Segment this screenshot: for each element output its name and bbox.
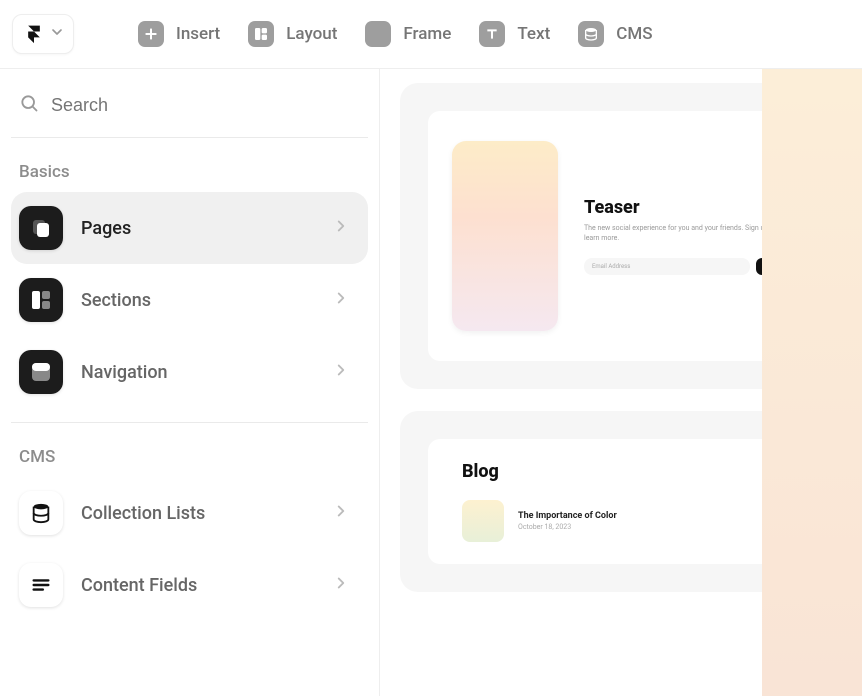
teaser-preview: Teaser The new social experience for you… (428, 111, 814, 361)
section-title-cms: CMS (11, 423, 368, 477)
teaser-form: Email Address Sign Up (584, 258, 790, 275)
chevron-right-icon (332, 217, 350, 239)
teaser-title: Teaser (584, 197, 790, 218)
cms-icon (578, 21, 604, 47)
toolbar-layout[interactable]: Layout (248, 21, 337, 47)
chevron-down-icon (49, 24, 65, 44)
sidebar-item-label: Sections (81, 290, 314, 311)
sections-icon (19, 278, 63, 322)
blog-post-thumbnail (462, 500, 504, 542)
chevron-right-icon (332, 289, 350, 311)
sidebar-item-label: Content Fields (81, 575, 314, 596)
toolbar-label: Frame (403, 24, 451, 44)
teaser-description: The new social experience for you and yo… (584, 224, 790, 244)
search-row (11, 87, 368, 138)
canvas-background-strip (762, 69, 862, 696)
main-area: Basics Pages Sections Navigation (0, 69, 862, 696)
search-input[interactable] (51, 95, 360, 116)
sidebar-item-pages[interactable]: Pages (11, 192, 368, 264)
frame-icon (365, 21, 391, 47)
sidebar-item-sections[interactable]: Sections (11, 264, 368, 336)
app-logo-menu[interactable] (12, 14, 74, 54)
layout-icon (248, 21, 274, 47)
blog-post-date: October 18, 2023 (518, 523, 617, 531)
toolbar-frame[interactable]: Frame (365, 21, 451, 47)
blog-post-row: The Importance of Color October 18, 2023 (462, 500, 780, 542)
insert-sidebar: Basics Pages Sections Navigation (0, 69, 380, 696)
text-icon (479, 21, 505, 47)
chevron-right-icon (332, 574, 350, 596)
sidebar-item-content-fields[interactable]: Content Fields (11, 549, 368, 621)
pages-icon (19, 206, 63, 250)
toolbar-insert[interactable]: Insert (138, 21, 220, 47)
toolbar-items: Insert Layout Frame Text CMS (138, 21, 653, 47)
search-icon (19, 93, 39, 117)
section-title-basics: Basics (11, 138, 368, 192)
toolbar-label: Layout (286, 24, 337, 44)
teaser-email-input: Email Address (584, 258, 750, 275)
toolbar-cms[interactable]: CMS (578, 21, 652, 47)
teaser-hero-image (452, 141, 558, 331)
toolbar-label: CMS (616, 24, 652, 44)
sidebar-item-label: Collection Lists (81, 503, 314, 524)
blog-title: Blog (462, 461, 780, 482)
toolbar-label: Text (517, 24, 550, 44)
navigation-icon (19, 350, 63, 394)
framer-logo-icon (21, 21, 47, 47)
blog-post-meta: The Importance of Color October 18, 2023 (518, 511, 617, 531)
toolbar-text[interactable]: Text (479, 21, 550, 47)
template-canvas: Teaser The new social experience for you… (380, 69, 862, 696)
sidebar-item-label: Navigation (81, 362, 314, 383)
blog-post-title: The Importance of Color (518, 511, 617, 521)
content-fields-icon (19, 563, 63, 607)
blog-preview: Blog The Importance of Color October 18,… (428, 439, 814, 564)
chevron-right-icon (332, 502, 350, 524)
plus-icon (138, 21, 164, 47)
chevron-right-icon (332, 361, 350, 383)
top-toolbar: Insert Layout Frame Text CMS (0, 0, 862, 69)
database-icon (19, 491, 63, 535)
toolbar-label: Insert (176, 24, 220, 44)
sidebar-item-navigation[interactable]: Navigation (11, 336, 368, 408)
teaser-text-block: Teaser The new social experience for you… (584, 197, 790, 275)
sidebar-item-label: Pages (81, 218, 314, 239)
sidebar-item-collection-lists[interactable]: Collection Lists (11, 477, 368, 549)
